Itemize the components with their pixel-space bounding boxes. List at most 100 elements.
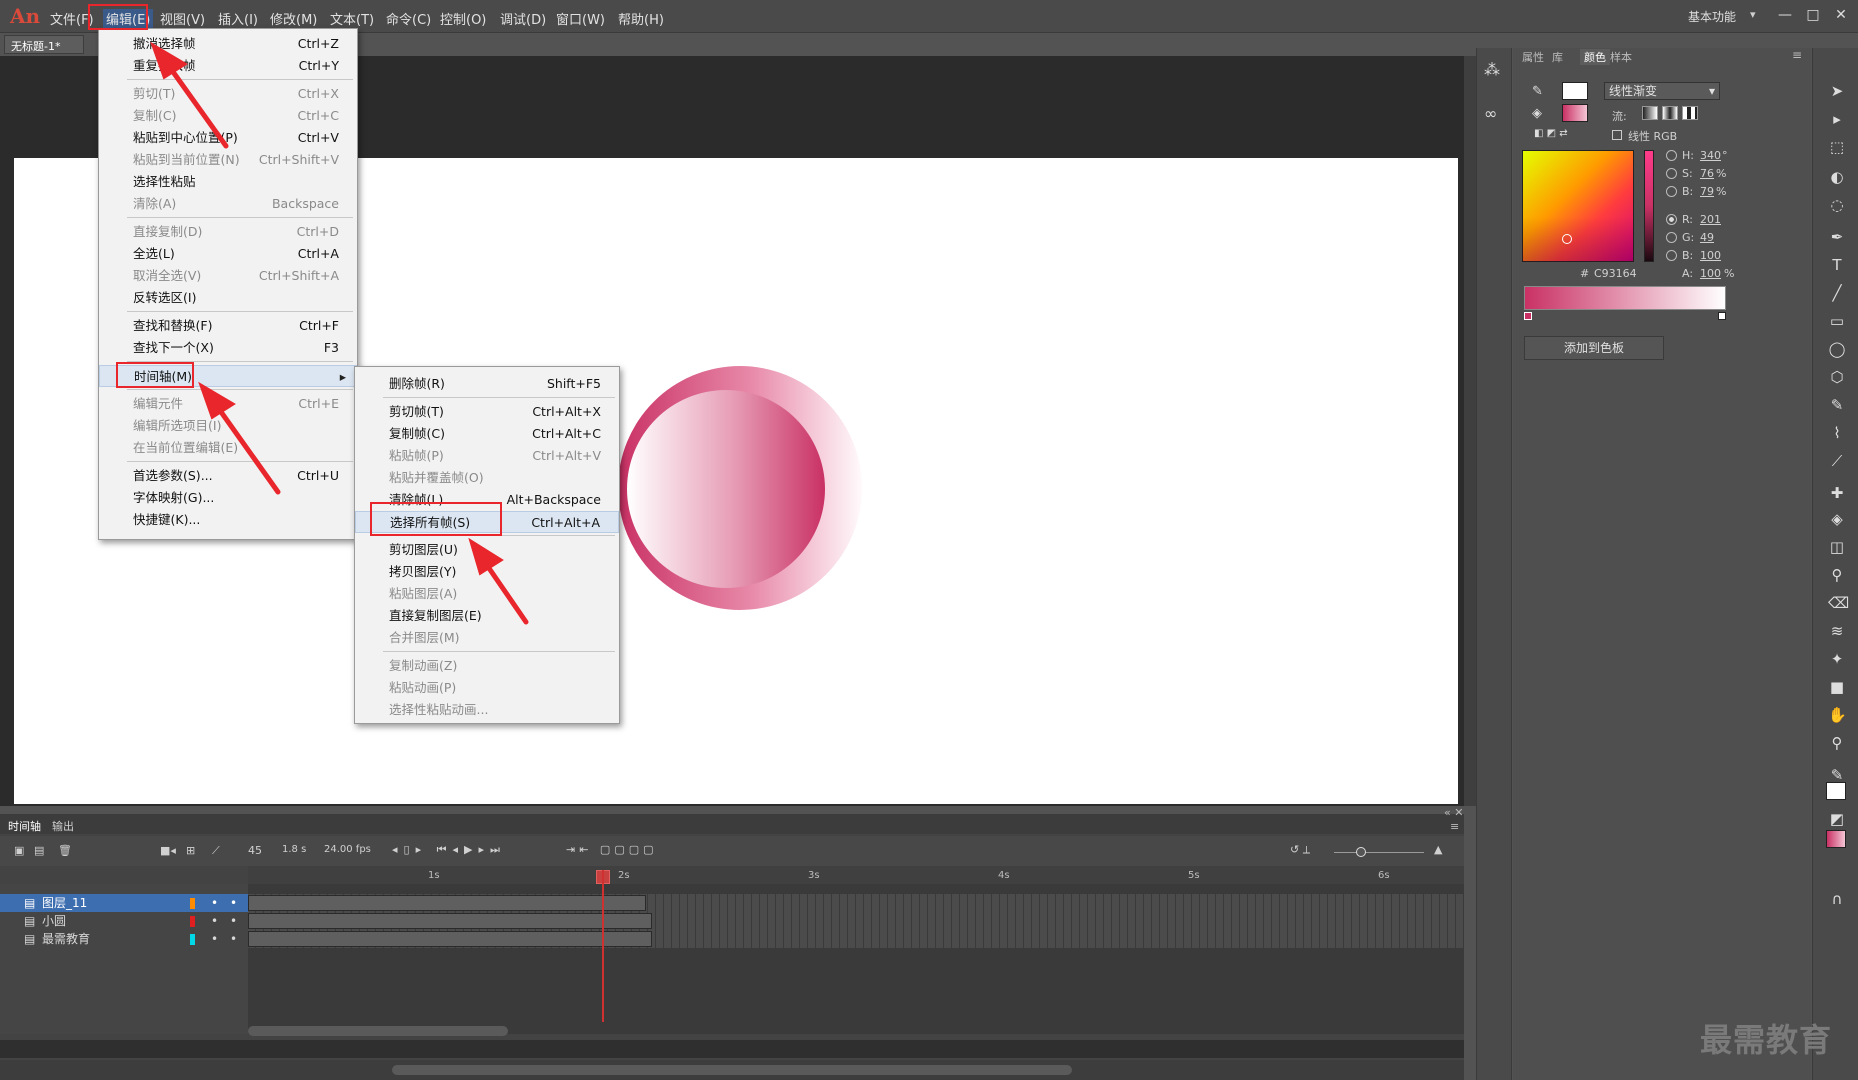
fill-color-swatch[interactable]: [1562, 104, 1588, 122]
panel-tab-2[interactable]: 颜色: [1580, 49, 1610, 65]
layer-name[interactable]: 图层_11: [42, 894, 87, 912]
h-value[interactable]: 340: [1700, 149, 1721, 162]
frame-span[interactable]: [248, 895, 646, 911]
flow-repeat-button[interactable]: [1682, 106, 1698, 120]
linear-rgb-checkbox[interactable]: [1612, 130, 1622, 140]
r-value[interactable]: 201: [1700, 213, 1721, 226]
loop-icon[interactable]: ↺ ⟂: [1290, 843, 1310, 857]
swap-colors-icon[interactable]: ◧ ◩ ⇄: [1534, 128, 1568, 139]
stage-scroll-thumb[interactable]: [392, 1065, 1072, 1075]
g-value[interactable]: 49: [1700, 231, 1714, 244]
gradient-stop-start[interactable]: [1524, 312, 1532, 320]
layer-name[interactable]: 小圆: [42, 912, 66, 930]
alpha-value[interactable]: 100: [1700, 267, 1721, 280]
frame-span[interactable]: [248, 913, 652, 929]
layer-parent-icon[interactable]: ⊞: [186, 844, 195, 857]
motion-presets-icon[interactable]: ⁂: [1484, 60, 1500, 79]
collapse-icon[interactable]: « ✕: [1444, 806, 1463, 819]
tool-stroke-swatch[interactable]: [1826, 782, 1846, 800]
g-radio[interactable]: [1666, 232, 1677, 243]
eraser-tool-icon[interactable]: ⌫: [1828, 594, 1849, 612]
paint-bucket-tool-icon[interactable]: ◈: [1828, 510, 1846, 528]
b-value[interactable]: 79: [1700, 185, 1714, 198]
layer-lock-dot[interactable]: •: [230, 894, 237, 912]
tool-fill-swatch[interactable]: [1826, 830, 1846, 848]
panel-tab-1[interactable]: 库: [1552, 49, 1563, 65]
layer-color-chip[interactable]: [190, 898, 195, 909]
tab-output[interactable]: 输出: [52, 818, 74, 834]
layer-visibility-dot[interactable]: •: [211, 894, 218, 912]
bone-tool-icon[interactable]: ✚: [1828, 484, 1846, 502]
layer-visibility-dot[interactable]: •: [211, 930, 218, 948]
gradient-stop-end[interactable]: [1718, 312, 1726, 320]
paintbrush-tool-icon[interactable]: ⟋: [1828, 452, 1846, 470]
frame-row[interactable]: [248, 912, 1464, 930]
playhead[interactable]: [602, 870, 604, 1022]
layer-row[interactable]: ▤ 小圆 • •: [0, 912, 248, 930]
h-radio[interactable]: [1666, 150, 1677, 161]
oval-tool-icon[interactable]: ◯: [1828, 340, 1846, 358]
fill-type-select[interactable]: 线性渐变 ▾: [1604, 82, 1720, 100]
camera-icon[interactable]: ■◂: [160, 844, 176, 857]
mountain-icon[interactable]: ▲: [1434, 843, 1442, 856]
tab-timeline[interactable]: 时间轴: [8, 818, 41, 834]
hand-tool-icon[interactable]: ✋: [1828, 706, 1847, 724]
subselection-tool-icon[interactable]: ▸: [1828, 110, 1846, 128]
free-transform-tool-icon[interactable]: ⬚: [1828, 138, 1846, 156]
layer-color-chip[interactable]: [190, 916, 195, 927]
selection-tool-icon[interactable]: ➤: [1828, 82, 1846, 100]
width-tool-icon[interactable]: ≋: [1828, 622, 1846, 640]
pencil-tool-icon[interactable]: ✎: [1828, 396, 1846, 414]
layer-row[interactable]: ▤ 最需教育 • •: [0, 930, 248, 948]
zoom-tool-icon[interactable]: ⚲: [1828, 734, 1846, 752]
layer-name[interactable]: 最需教育: [42, 930, 90, 948]
new-folder-icon[interactable]: ▤: [34, 844, 44, 857]
stroke-pencil-icon[interactable]: ✎: [1532, 84, 1543, 99]
stroke-color-swatch[interactable]: [1562, 82, 1588, 100]
lasso-tool-icon[interactable]: ◌: [1828, 196, 1846, 214]
gradient-bar[interactable]: [1524, 286, 1726, 310]
graph-icon[interactable]: ⟋: [212, 844, 220, 858]
frame-row[interactable]: [248, 894, 1464, 912]
add-to-swatches-button[interactable]: 添加到色板: [1524, 336, 1664, 360]
fill-color-icon[interactable]: ◩: [1828, 810, 1846, 828]
3d-rotation-tool-icon[interactable]: ◐: [1828, 168, 1846, 186]
frame-rate[interactable]: 24.00 fps: [324, 844, 371, 855]
blue-radio[interactable]: [1666, 250, 1677, 261]
frame-row[interactable]: [248, 930, 1464, 948]
text-tool-icon[interactable]: T: [1828, 256, 1846, 274]
color-picker-cursor[interactable]: [1562, 234, 1572, 244]
brush-tool-icon[interactable]: ⌇: [1828, 424, 1846, 442]
r-radio[interactable]: [1666, 214, 1677, 225]
eyedropper-tool-icon[interactable]: ⚲: [1828, 566, 1846, 584]
ink-bottle-tool-icon[interactable]: ◫: [1828, 538, 1846, 556]
zoom-slider[interactable]: [1334, 852, 1424, 853]
flow-extend-button[interactable]: [1642, 106, 1658, 120]
layer-color-chip[interactable]: [190, 934, 195, 945]
hue-slider[interactable]: [1644, 150, 1654, 262]
playback-controls[interactable]: ◂▯▸ ⏮◂▶▸⏭: [392, 843, 506, 857]
flow-reflect-button[interactable]: [1662, 106, 1678, 120]
pen-tool-icon[interactable]: ✒: [1828, 228, 1846, 246]
rectangle-tool-icon[interactable]: ▭: [1828, 312, 1846, 330]
snap-icon[interactable]: ∩: [1828, 890, 1846, 908]
blue-value[interactable]: 100: [1700, 249, 1721, 262]
hex-value[interactable]: C93164: [1594, 267, 1637, 280]
s-radio[interactable]: [1666, 168, 1677, 179]
frame-span[interactable]: [248, 931, 652, 947]
current-frame[interactable]: 45: [248, 844, 262, 857]
panel-menu-icon[interactable]: ≡: [1792, 48, 1802, 62]
new-layer-icon[interactable]: ▣: [14, 844, 24, 857]
timeline-scroll-thumb[interactable]: [248, 1026, 508, 1036]
s-value[interactable]: 76: [1700, 167, 1714, 180]
trash-icon[interactable]: 🗑: [58, 844, 72, 857]
panel-menu-icon[interactable]: ≡: [1450, 820, 1459, 833]
zoom-slider-handle[interactable]: [1356, 847, 1366, 857]
camera-tool-icon[interactable]: ■: [1828, 678, 1846, 696]
pin-tool-icon[interactable]: ✦: [1828, 650, 1846, 668]
panel-tab-0[interactable]: 属性: [1522, 49, 1544, 65]
layer-lock-dot[interactable]: •: [230, 930, 237, 948]
layer-visibility-dot[interactable]: •: [211, 912, 218, 930]
fill-bucket-icon[interactable]: ◈: [1532, 106, 1542, 121]
current-time[interactable]: 1.8 s: [282, 844, 306, 855]
